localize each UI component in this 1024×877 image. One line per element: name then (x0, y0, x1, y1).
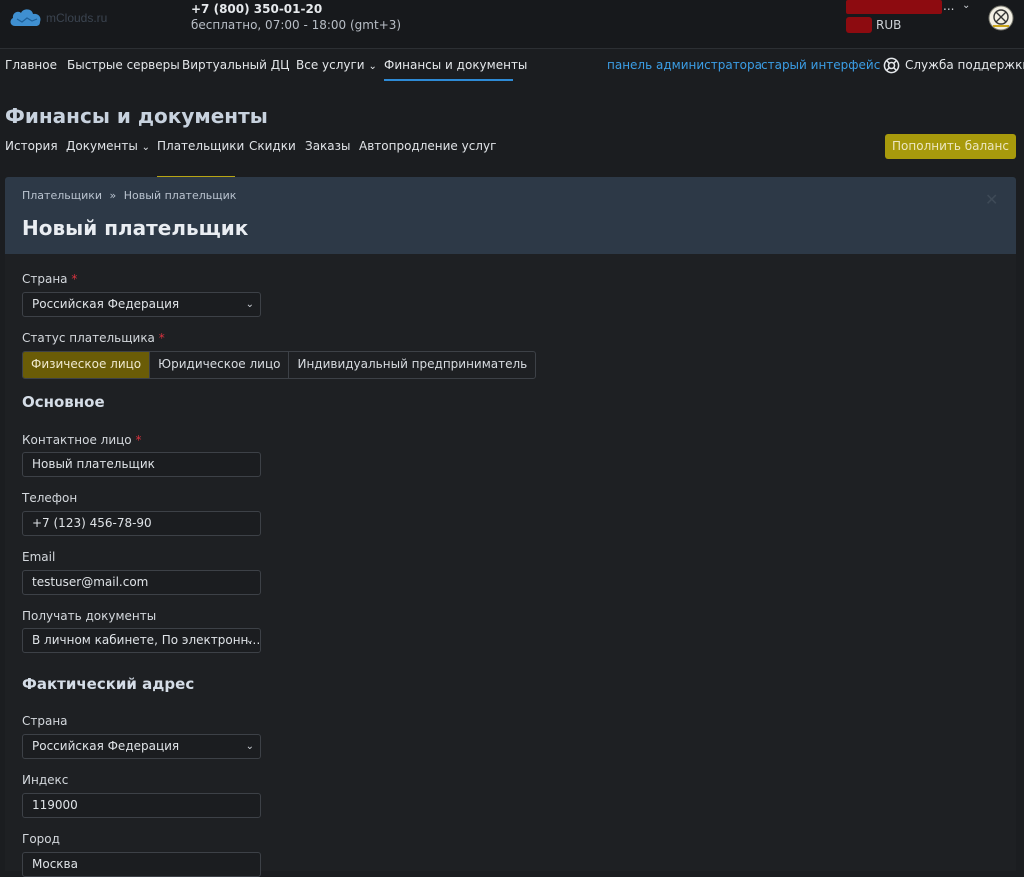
docs-delivery-label: Получать документы (22, 609, 157, 623)
city-label: Город (22, 832, 60, 846)
postal-index-input[interactable]: 119000 (22, 793, 261, 818)
status-legal-entity-button[interactable]: Юридическое лицо (150, 352, 290, 378)
old-interface-link[interactable]: старый интерфейс (761, 58, 880, 72)
email-label: Email (22, 550, 56, 564)
nav-item-all-services[interactable]: Все услуги ⌄ (296, 58, 377, 72)
postal-index-label: Индекс (22, 773, 69, 787)
payer-status-label-text: Статус плательщика (22, 331, 155, 345)
cloud-logo-icon (10, 9, 41, 26)
nav-item-home[interactable]: Главное (5, 58, 57, 72)
status-individual-button[interactable]: Физическое лицо (23, 352, 151, 378)
docs-delivery-select[interactable]: В личном кабинете, По электронн… ⌄ (22, 628, 261, 653)
contact-label: Контактное лицо * (22, 433, 141, 447)
breadcrumb-separator: » (109, 189, 117, 202)
breadcrumb-root[interactable]: Плательщики (22, 189, 102, 202)
balance-currency: RUB (876, 18, 902, 32)
docs-delivery-value: В личном кабинете, По электронн… (32, 633, 261, 647)
account-name-ellipsis: ... (943, 0, 955, 13)
nav-item-virtual-dc[interactable]: Виртуальный ДЦ (182, 58, 289, 72)
required-marker: * (158, 331, 165, 345)
city-input[interactable]: Москва (22, 852, 261, 877)
tab-documents-label: Документы (66, 139, 138, 153)
required-marker: * (135, 433, 142, 447)
lifebuoy-icon (883, 57, 900, 74)
contact-person-input[interactable]: Новый плательщик (22, 452, 261, 477)
payer-status-toggle: Физическое лицо Юридическое лицо Индивид… (22, 351, 537, 379)
balance-amount-redacted (846, 17, 872, 33)
country-select-value: Российская Федерация (32, 297, 180, 311)
required-marker: * (71, 272, 78, 286)
page-title: Финансы и документы (5, 104, 268, 128)
avatar[interactable] (987, 4, 1015, 32)
tab-payers[interactable]: Плательщики (157, 139, 244, 153)
address-country-label: Страна (22, 714, 68, 728)
country-label-text: Страна (22, 272, 68, 286)
chevron-down-icon: ⌄ (245, 299, 254, 310)
address-country-value: Российская Федерация (32, 739, 180, 753)
tab-documents[interactable]: Документы ⌄ (66, 139, 150, 153)
phone-input[interactable]: +7 (123) 456-78-90 (22, 511, 261, 536)
chevron-down-icon: ⌄ (245, 741, 254, 752)
chevron-down-icon: ⌄ (368, 61, 377, 72)
nav-item-finance[interactable]: Финансы и документы (384, 58, 527, 72)
section-main-heading: Основное (22, 393, 105, 411)
panel-body (5, 254, 1016, 871)
address-country-select[interactable]: Российская Федерация ⌄ (22, 734, 261, 759)
chevron-down-icon: ⌄ (245, 635, 254, 646)
tab-autorenewal[interactable]: Автопродление услуг (359, 139, 496, 153)
section-address-heading: Фактический адрес (22, 675, 195, 693)
breadcrumb: Плательщики » Новый плательщик (22, 189, 236, 202)
logo[interactable]: mClouds.ru (8, 6, 107, 30)
tab-discounts[interactable]: Скидки (249, 139, 296, 153)
logo-text: mClouds.ru (46, 11, 108, 25)
support-hours: бесплатно, 07:00 - 18:00 (gmt+3) (191, 18, 402, 32)
topup-balance-button[interactable]: Пополнить баланс (885, 134, 1016, 159)
nav-item-fast-servers[interactable]: Быстрые серверы (67, 58, 180, 72)
support-link[interactable]: Служба поддержки (905, 58, 1024, 72)
email-input[interactable]: testuser@mail.com (22, 570, 261, 595)
chevron-down-icon[interactable]: ⌄ (962, 0, 970, 11)
country-label: Страна * (22, 272, 77, 286)
nav-active-indicator (384, 79, 513, 81)
tab-orders[interactable]: Заказы (305, 139, 351, 153)
phone-label: Телефон (22, 491, 78, 505)
payer-status-label: Статус плательщика * (22, 331, 165, 345)
country-select[interactable]: Российская Федерация ⌄ (22, 292, 261, 317)
breadcrumb-current: Новый плательщик (123, 189, 237, 202)
close-icon[interactable]: ✕ (985, 190, 998, 209)
chevron-down-icon: ⌄ (141, 142, 151, 153)
admin-panel-link[interactable]: панель администратора (607, 58, 762, 72)
contact-label-text: Контактное лицо (22, 433, 132, 447)
tab-history[interactable]: История (5, 139, 58, 153)
account-name-redacted[interactable] (846, 0, 942, 14)
support-phone[interactable]: +7 (800) 350-01-20 (191, 2, 322, 16)
nav-item-all-services-label: Все услуги (296, 58, 365, 72)
panel-title: Новый плательщик (22, 216, 249, 240)
status-sole-proprietor-button[interactable]: Индивидуальный предприниматель (289, 352, 535, 378)
